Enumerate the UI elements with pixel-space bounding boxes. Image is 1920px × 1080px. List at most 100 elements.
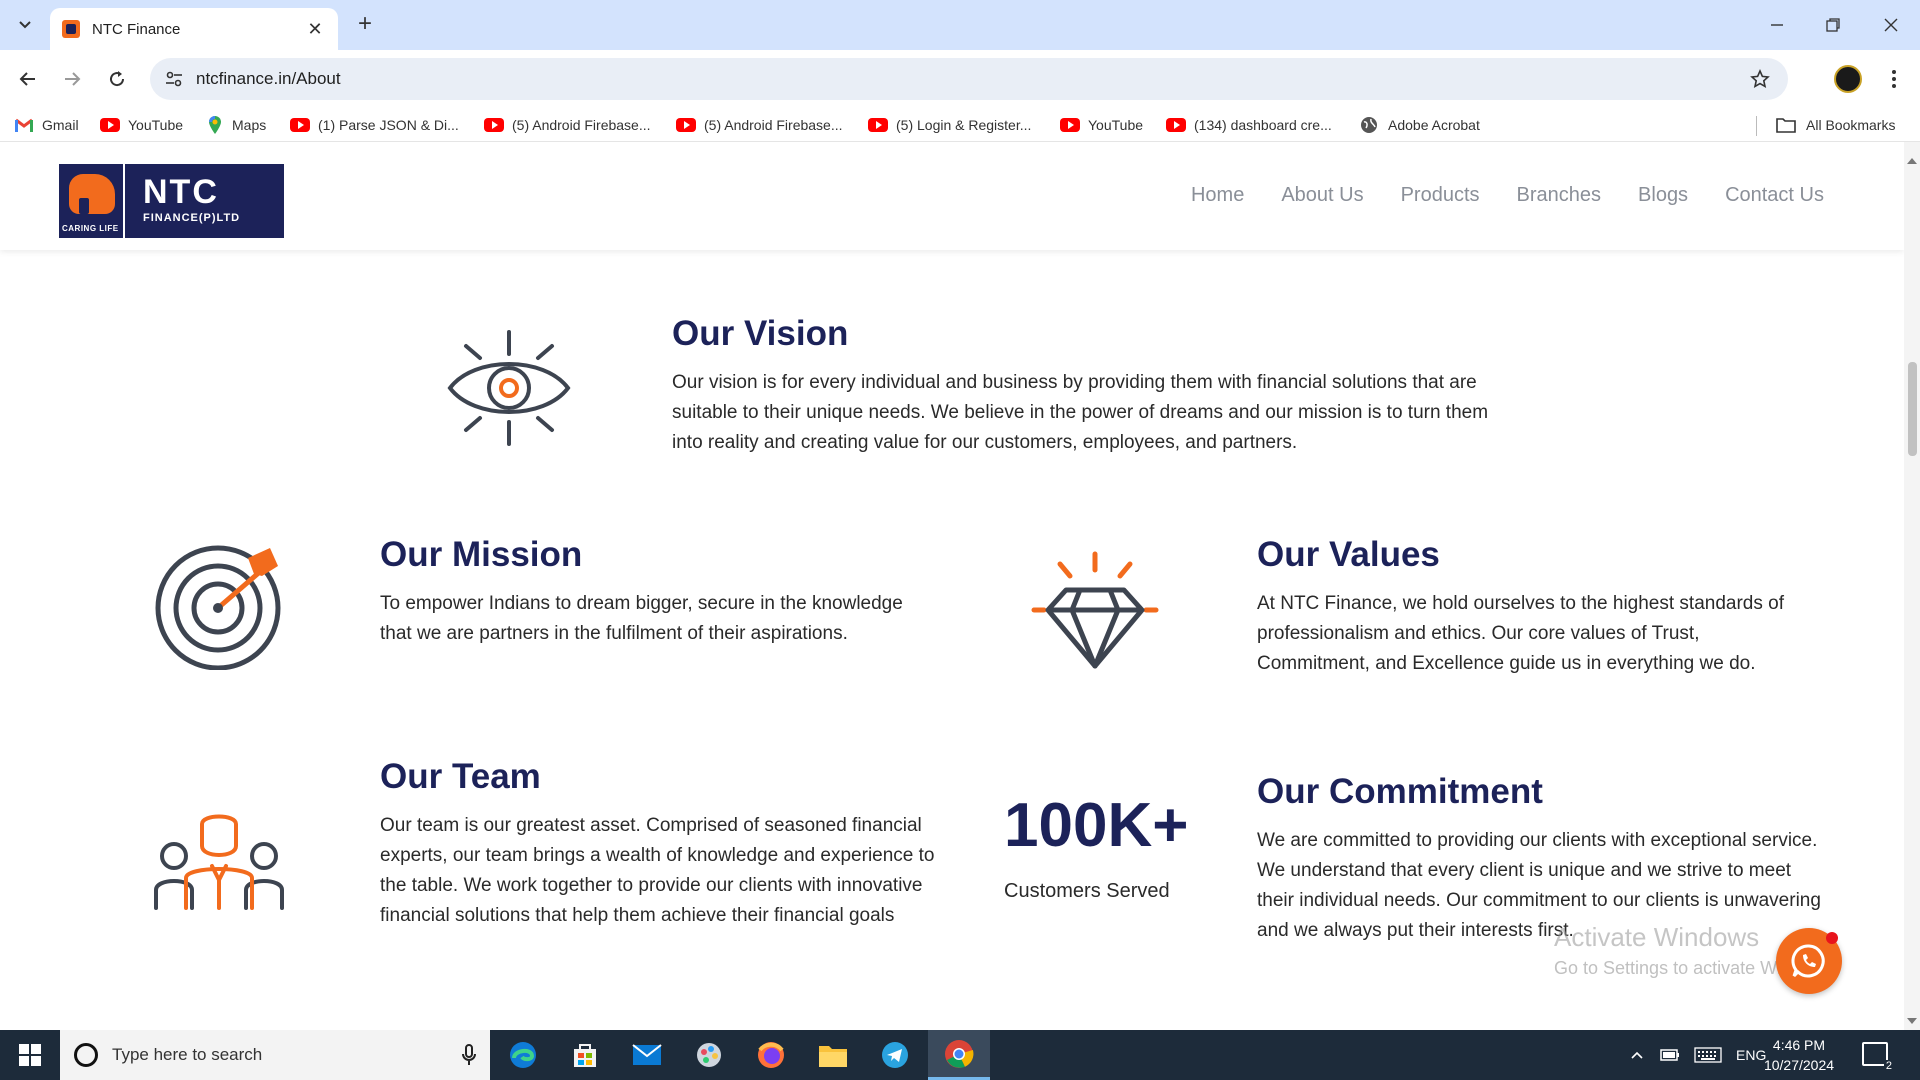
browser-toolbar: ntcfinance.in/About bbox=[0, 50, 1920, 108]
scroll-down-arrow-icon[interactable] bbox=[1907, 1018, 1917, 1024]
chevron-up-icon[interactable] bbox=[1630, 1050, 1644, 1060]
bookmark-parse-json[interactable]: (1) Parse JSON & Di... bbox=[290, 115, 459, 135]
bookmark-youtube[interactable]: YouTube bbox=[100, 115, 183, 135]
close-window-button[interactable] bbox=[1868, 10, 1914, 40]
microsoft-store-taskbar-icon[interactable] bbox=[562, 1036, 608, 1074]
youtube-icon bbox=[1060, 118, 1080, 132]
bookmark-label: (5) Android Firebase... bbox=[512, 117, 651, 133]
site-header: CARING LIFE NTC FINANCE(P)LTD Home About… bbox=[0, 142, 1904, 250]
taskbar-search-placeholder: Type here to search bbox=[112, 1045, 263, 1064]
values-text: At NTC Finance, we hold ourselves to the… bbox=[1257, 593, 1784, 674]
youtube-icon bbox=[1166, 118, 1186, 132]
profile-avatar[interactable] bbox=[1834, 65, 1862, 93]
page-scrollbar[interactable] bbox=[1904, 142, 1920, 1030]
bookmark-label: Maps bbox=[232, 117, 267, 133]
start-button[interactable] bbox=[0, 1030, 60, 1080]
tab-search-button[interactable] bbox=[10, 11, 40, 39]
bookmark-star-icon[interactable] bbox=[1740, 58, 1780, 100]
reload-button[interactable] bbox=[101, 63, 133, 95]
browser-tab[interactable]: NTC Finance ✕ bbox=[50, 8, 338, 50]
commitment-heading-prefix: Our bbox=[1257, 772, 1320, 811]
values-heading: Our Values bbox=[1257, 535, 1440, 575]
battery-icon[interactable] bbox=[1660, 1048, 1680, 1062]
windows-logo-icon bbox=[19, 1044, 41, 1066]
all-bookmarks-button[interactable]: All Bookmarks bbox=[1776, 115, 1895, 135]
telegram-taskbar-icon[interactable] bbox=[872, 1036, 918, 1074]
address-bar[interactable]: ntcfinance.in/About bbox=[150, 58, 1788, 100]
globe-icon bbox=[1361, 117, 1377, 133]
mail-taskbar-icon[interactable] bbox=[624, 1036, 670, 1074]
bookmark-label: (134) dashboard cre... bbox=[1194, 117, 1332, 133]
nav-blogs[interactable]: Blogs bbox=[1638, 184, 1688, 207]
bookmark-adobe-acrobat[interactable]: Adobe Acrobat bbox=[1360, 115, 1480, 135]
microphone-icon[interactable] bbox=[462, 1044, 476, 1066]
youtube-icon bbox=[100, 118, 120, 132]
url-text[interactable]: ntcfinance.in/About bbox=[196, 69, 1740, 89]
logo-tagline: CARING LIFE bbox=[62, 224, 119, 233]
nav-about-us[interactable]: About Us bbox=[1281, 184, 1363, 207]
nav-home[interactable]: Home bbox=[1191, 184, 1244, 207]
bookmark-gmail[interactable]: Gmail bbox=[14, 115, 79, 135]
ntc-logo[interactable]: CARING LIFE NTC FINANCE(P)LTD bbox=[59, 164, 284, 238]
whatsapp-chat-button[interactable] bbox=[1776, 928, 1842, 994]
arrow-left-icon bbox=[19, 72, 35, 86]
keyboard-icon[interactable] bbox=[1694, 1047, 1722, 1063]
taskbar-clock[interactable]: 4:46 PM 10/27/2024 bbox=[1760, 1035, 1838, 1075]
vision-heading-bold: Vision bbox=[743, 314, 849, 353]
taskbar-search-box[interactable]: Type here to search bbox=[60, 1030, 490, 1080]
scroll-up-arrow-icon[interactable] bbox=[1907, 158, 1917, 164]
values-heading-prefix: Our bbox=[1257, 535, 1320, 574]
nav-branches[interactable]: Branches bbox=[1517, 184, 1602, 207]
notification-center-icon[interactable]: 2 bbox=[1862, 1042, 1894, 1072]
forward-button[interactable] bbox=[56, 63, 88, 95]
new-tab-button[interactable]: + bbox=[352, 12, 378, 38]
bookmark-label: YouTube bbox=[128, 117, 184, 133]
tab-close-icon[interactable]: ✕ bbox=[304, 19, 326, 40]
minimize-button[interactable] bbox=[1754, 10, 1800, 40]
windows-taskbar: Type here to search ENG 4:46 PM 10/27/20… bbox=[0, 1030, 1920, 1080]
whatsapp-icon bbox=[1791, 944, 1825, 978]
nav-contact-us[interactable]: Contact Us bbox=[1725, 184, 1824, 207]
bookmark-label: (5) Login & Register... bbox=[896, 117, 1032, 133]
site-favicon-icon bbox=[62, 20, 80, 38]
system-tray: ENG bbox=[1630, 1030, 1766, 1080]
bookmark-label: (1) Parse JSON & Di... bbox=[318, 117, 459, 133]
commitment-heading: Our Commitment bbox=[1257, 772, 1543, 812]
paint-taskbar-icon[interactable] bbox=[686, 1036, 732, 1074]
vision-heading-prefix: Our bbox=[672, 314, 735, 353]
team-heading-prefix: Our bbox=[380, 757, 443, 796]
firefox-taskbar-icon[interactable] bbox=[748, 1036, 794, 1074]
browser-tab-strip: NTC Finance ✕ + bbox=[0, 0, 1920, 50]
bookmark-login-register[interactable]: (5) Login & Register... bbox=[868, 115, 1031, 135]
browser-menu-icon[interactable] bbox=[1880, 63, 1908, 95]
eye-icon bbox=[444, 328, 574, 453]
bookmark-maps[interactable]: Maps bbox=[208, 115, 266, 135]
bookmark-label: Gmail bbox=[42, 117, 79, 133]
scrollbar-thumb[interactable] bbox=[1908, 362, 1917, 456]
site-info-icon[interactable] bbox=[154, 58, 194, 100]
tab-title: NTC Finance bbox=[92, 20, 181, 38]
file-explorer-taskbar-icon[interactable] bbox=[810, 1036, 856, 1074]
restore-button[interactable] bbox=[1810, 10, 1856, 40]
mission-text: To empower Indians to dream bigger, secu… bbox=[380, 593, 903, 644]
mission-heading: Our Mission bbox=[380, 535, 582, 575]
bookmarks-bar: Gmail YouTube Maps (1) Parse JSON & Di..… bbox=[0, 108, 1920, 142]
diamond-icon bbox=[1030, 550, 1160, 679]
bookmark-android-firebase-1[interactable]: (5) Android Firebase... bbox=[484, 115, 651, 135]
clock-date: 10/27/2024 bbox=[1763, 1057, 1835, 1073]
back-button[interactable] bbox=[12, 63, 44, 95]
team-heading: Our Team bbox=[380, 757, 541, 797]
maps-icon bbox=[209, 116, 221, 134]
bookmark-dashboard[interactable]: (134) dashboard cre... bbox=[1166, 115, 1332, 135]
nav-products[interactable]: Products bbox=[1401, 184, 1480, 207]
all-bookmarks-label: All Bookmarks bbox=[1806, 117, 1896, 133]
bookmark-android-firebase-2[interactable]: (5) Android Firebase... bbox=[676, 115, 843, 135]
bookmark-label: (5) Android Firebase... bbox=[704, 117, 843, 133]
edge-taskbar-icon[interactable] bbox=[500, 1036, 546, 1074]
close-icon bbox=[1884, 18, 1898, 32]
vision-text: Our vision is for every individual and b… bbox=[672, 372, 1489, 453]
chrome-taskbar-icon[interactable] bbox=[928, 1030, 990, 1080]
bookmark-youtube-2[interactable]: YouTube bbox=[1060, 115, 1143, 135]
youtube-icon bbox=[868, 118, 888, 132]
notification-dot bbox=[1826, 932, 1838, 944]
